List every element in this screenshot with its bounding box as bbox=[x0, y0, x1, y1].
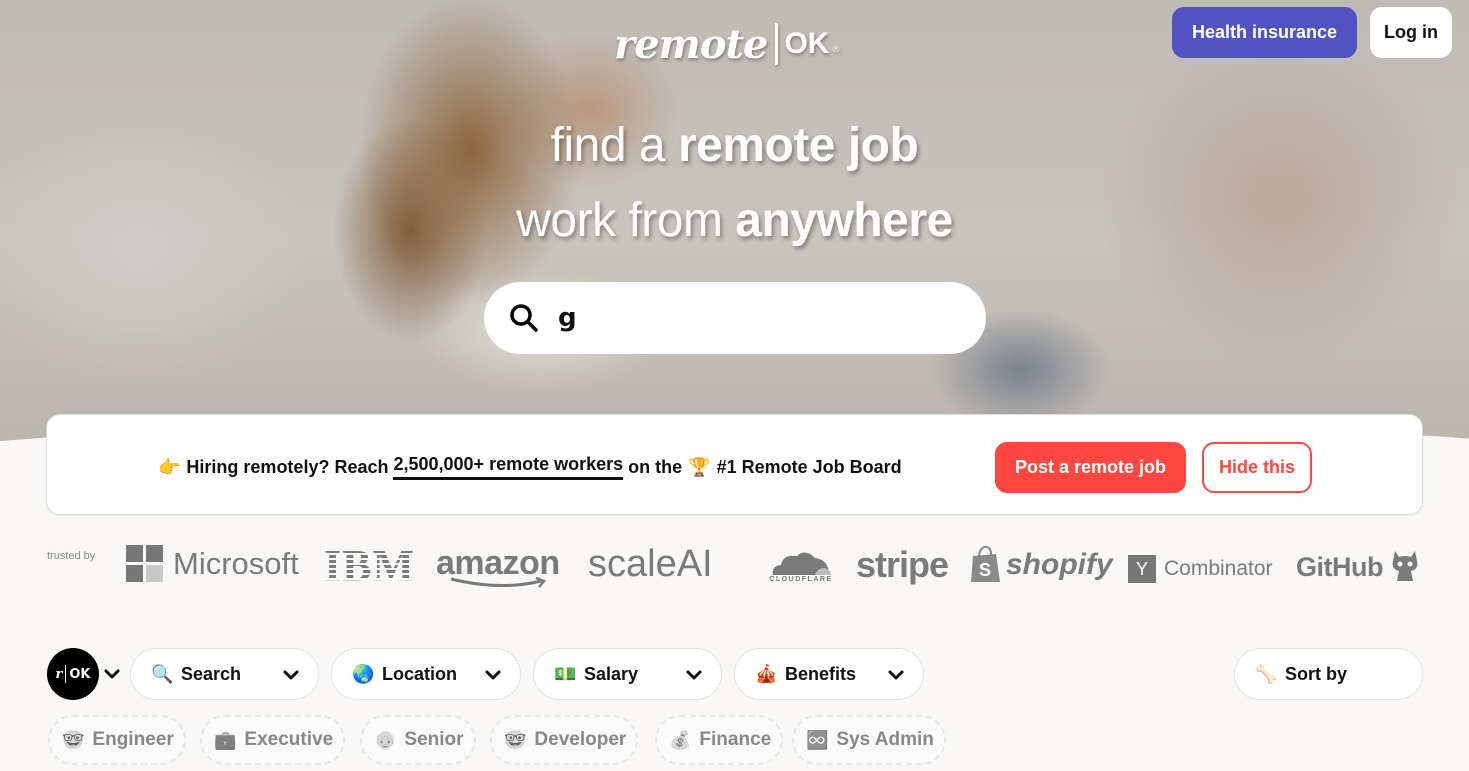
nerd-face-icon: 🤓 bbox=[62, 729, 85, 750]
microsoft-logo: Microsoft bbox=[126, 545, 299, 582]
briefcase-icon: 💼 bbox=[214, 729, 237, 750]
tag-engineer[interactable]: 🤓 Engineer bbox=[48, 715, 186, 765]
scaleai-logo: scaleAI bbox=[588, 543, 713, 585]
magnifier-icon: 🔍 bbox=[151, 663, 174, 684]
tag-senior[interactable]: 👴 Senior bbox=[360, 715, 476, 765]
amazon-smile-icon bbox=[450, 577, 547, 588]
chevron-down-icon bbox=[283, 670, 299, 680]
hero-headline-line1: find a remote job bbox=[550, 119, 919, 172]
post-remote-job-button[interactable]: Post a remote job bbox=[995, 442, 1186, 493]
pointing-hand-icon: 👉 bbox=[158, 456, 181, 477]
tag-sys-admin[interactable]: ♾️ Sys Admin bbox=[792, 715, 946, 765]
yc-y-icon: Y bbox=[1128, 555, 1156, 583]
hero-search-box[interactable] bbox=[484, 282, 986, 354]
remote-workers-link[interactable]: 2,500,000+ remote workers bbox=[393, 454, 624, 480]
filter-search[interactable]: 🔍 Search bbox=[130, 648, 319, 700]
infinity-icon: ♾️ bbox=[806, 729, 829, 750]
stripe-logo: stripe bbox=[856, 544, 949, 585]
chevron-down-icon bbox=[888, 670, 904, 680]
chevron-down-icon[interactable] bbox=[103, 665, 121, 683]
microsoft-grid-icon bbox=[126, 545, 163, 582]
rok-menu-logo[interactable]: r OK bbox=[47, 648, 99, 700]
trophy-icon: 🏆 bbox=[688, 456, 711, 477]
ibm-logo: IBM bbox=[324, 541, 415, 590]
globe-icon: 🌏 bbox=[352, 663, 375, 684]
tag-finance[interactable]: 💰 Finance bbox=[655, 715, 784, 765]
sort-by-button[interactable]: 🦴 Sort by bbox=[1234, 648, 1423, 700]
search-input[interactable] bbox=[558, 303, 958, 333]
cloudflare-logo: CLOUDFLARE bbox=[769, 548, 833, 583]
filter-salary[interactable]: 💵 Salary bbox=[533, 648, 722, 700]
svg-text:S: S bbox=[979, 560, 991, 580]
filter-location[interactable]: 🌏 Location bbox=[331, 648, 521, 700]
chevron-down-icon bbox=[686, 670, 702, 680]
shopify-logo: S shopify bbox=[970, 546, 1113, 584]
github-octocat-icon bbox=[1392, 551, 1418, 581]
chevron-down-icon bbox=[485, 670, 501, 680]
health-insurance-button[interactable]: Health insurance bbox=[1172, 7, 1357, 58]
amazon-logo: amazon bbox=[436, 544, 560, 589]
hide-banner-button[interactable]: Hide this bbox=[1202, 442, 1312, 493]
cloudflare-cloud-icon bbox=[772, 552, 831, 575]
circus-tent-icon: 🎪 bbox=[755, 663, 778, 684]
money-icon: 💵 bbox=[554, 663, 577, 684]
hiring-banner-text: 👉 Hiring remotely? Reach 2,500,000+ remo… bbox=[158, 454, 902, 480]
old-man-icon: 👴 bbox=[374, 729, 397, 750]
ycombinator-logo: Y Combinator bbox=[1128, 555, 1273, 583]
money-bag-icon: 💰 bbox=[669, 729, 692, 750]
remoteok-logo[interactable]: remote OK ® bbox=[614, 14, 840, 74]
shopify-bag-icon: S bbox=[971, 546, 1000, 582]
login-button[interactable]: Log in bbox=[1370, 7, 1452, 58]
tag-executive[interactable]: 💼 Executive bbox=[200, 715, 346, 765]
search-icon bbox=[510, 304, 538, 332]
github-logo: GitHub bbox=[1296, 547, 1423, 587]
filter-benefits[interactable]: 🎪 Benefits bbox=[734, 648, 924, 700]
hero-headline-line2: work from anywhere bbox=[516, 194, 953, 247]
trusted-by-label: trusted by bbox=[47, 550, 96, 562]
nerd-face-icon: 🤓 bbox=[504, 729, 527, 750]
bone-icon: 🦴 bbox=[1255, 663, 1278, 684]
tag-developer[interactable]: 🤓 Developer bbox=[490, 715, 639, 765]
